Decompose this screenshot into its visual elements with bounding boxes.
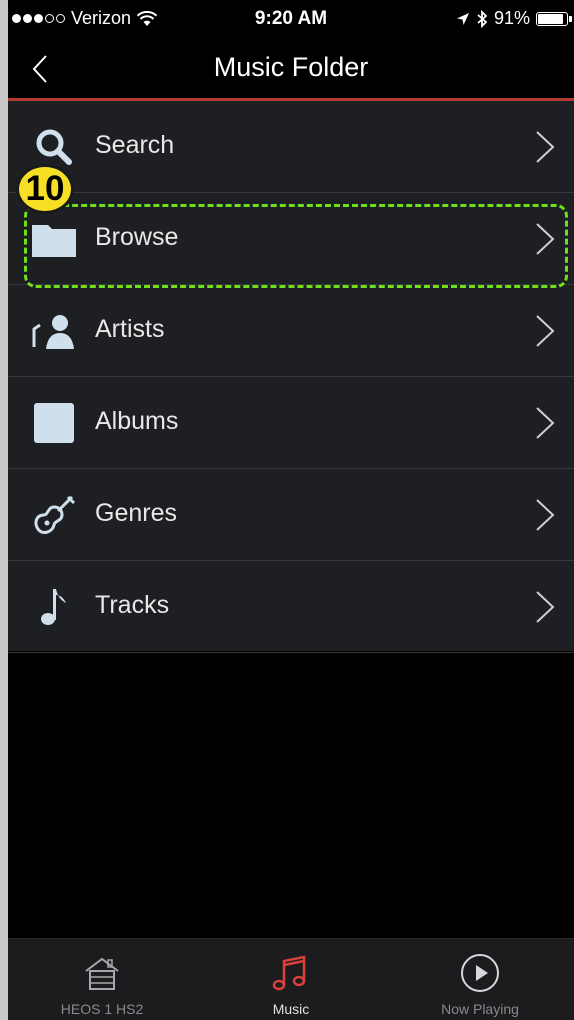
- chevron-right-icon: [536, 499, 555, 531]
- play-circle-icon: [461, 954, 499, 992]
- chevron-right-icon: [536, 223, 555, 255]
- location-arrow-icon: [456, 12, 469, 25]
- folder-icon: [30, 215, 78, 263]
- list-item-albums[interactable]: Albums: [8, 377, 574, 469]
- list-item-label: Artists: [95, 315, 165, 343]
- guitar-icon: [30, 491, 78, 539]
- album-icon: [30, 399, 78, 447]
- battery-icon: [536, 11, 572, 26]
- list-item-label: Search: [95, 131, 175, 159]
- music-notes-icon: [272, 955, 306, 991]
- music-source-list: Search Browse Artists Albums Genres Trac…: [8, 101, 574, 653]
- tab-label: HEOS 1 HS2: [60, 1001, 144, 1017]
- navigation-bar: Music Folder: [8, 40, 574, 98]
- page-title: Music Folder: [213, 52, 369, 82]
- bluetooth-icon: [477, 9, 488, 28]
- status-bar: Verizon 9:20 AM 91%: [8, 0, 574, 40]
- list-item-genres[interactable]: Genres: [8, 469, 574, 561]
- list-item-label: Genres: [95, 499, 177, 527]
- list-item-label: Tracks: [95, 591, 170, 619]
- list-item-artists[interactable]: Artists: [8, 285, 574, 377]
- home-icon: [85, 957, 119, 990]
- tab-music[interactable]: Music: [197, 939, 385, 1020]
- tab-label: Music: [272, 1001, 310, 1017]
- list-item-browse[interactable]: Browse: [8, 193, 574, 285]
- music-note-icon: [30, 583, 78, 631]
- bottom-tab-bar: HEOS 1 HS2 Music Now Playing: [8, 938, 574, 1020]
- tab-now-playing[interactable]: Now Playing: [386, 939, 574, 1020]
- chevron-right-icon: [536, 407, 555, 439]
- battery-fill: [538, 13, 564, 24]
- tab-heos-device[interactable]: HEOS 1 HS2: [8, 939, 196, 1020]
- battery-percent: 91%: [493, 8, 530, 28]
- chevron-right-icon: [536, 315, 555, 347]
- status-right: 91%: [456, 8, 572, 29]
- phone-screen: Verizon 9:20 AM 91% Music Folder Search …: [8, 0, 574, 1020]
- step-number-badge: 10: [16, 164, 74, 214]
- artist-icon: [30, 307, 78, 355]
- list-item-search[interactable]: Search: [8, 101, 574, 193]
- list-item-tracks[interactable]: Tracks: [8, 561, 574, 653]
- chevron-right-icon: [536, 591, 555, 623]
- tab-label: Now Playing: [441, 1001, 519, 1017]
- chevron-right-icon: [536, 131, 555, 163]
- list-item-label: Albums: [95, 407, 179, 435]
- list-item-label: Browse: [95, 223, 179, 251]
